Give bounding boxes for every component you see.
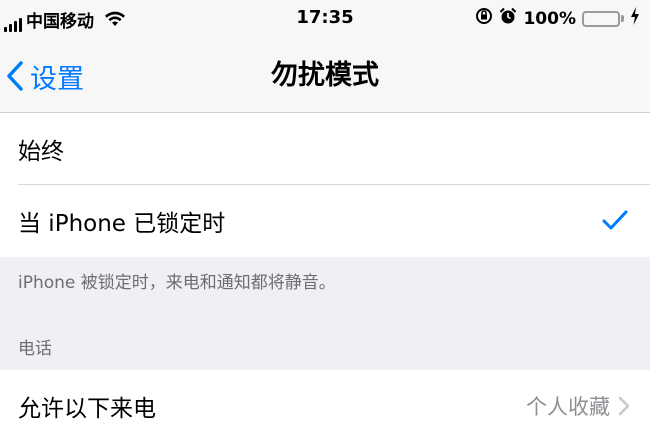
- chevron-right-icon: [618, 396, 630, 416]
- allow-calls-label: 允许以下来电: [18, 396, 156, 422]
- option-while-locked-label: 当 iPhone 已锁定时: [18, 211, 226, 237]
- nav-bar: 设置 勿扰模式: [0, 40, 650, 113]
- option-always[interactable]: 始终: [0, 113, 650, 185]
- option-while-locked[interactable]: 当 iPhone 已锁定时: [0, 185, 650, 257]
- silence-footer-note: iPhone 被锁定时，来电和通知都将静音。: [18, 273, 336, 293]
- phone-group: 允许以下来电 个人收藏: [0, 370, 650, 442]
- option-always-label: 始终: [18, 139, 64, 165]
- battery-percent: 100%: [523, 8, 576, 29]
- page-title: 勿扰模式: [271, 60, 379, 91]
- allow-calls-row[interactable]: 允许以下来电 个人收藏: [0, 370, 650, 442]
- battery-icon: [582, 10, 624, 27]
- phone-section-header: 电话: [18, 339, 52, 359]
- back-button[interactable]: 设置: [6, 40, 84, 112]
- allow-calls-value: 个人收藏: [526, 395, 610, 419]
- back-label: 设置: [30, 63, 84, 95]
- silence-options-group: 始终 当 iPhone 已锁定时: [0, 113, 650, 257]
- status-bar: 中国移动 17:35 100%: [0, 0, 650, 40]
- status-right: 100%: [475, 7, 640, 30]
- charging-icon: [630, 7, 640, 30]
- chevron-left-icon: [7, 61, 23, 91]
- checkmark-icon: [602, 210, 628, 230]
- alarm-icon: [499, 7, 517, 30]
- orientation-lock-icon: [475, 7, 493, 30]
